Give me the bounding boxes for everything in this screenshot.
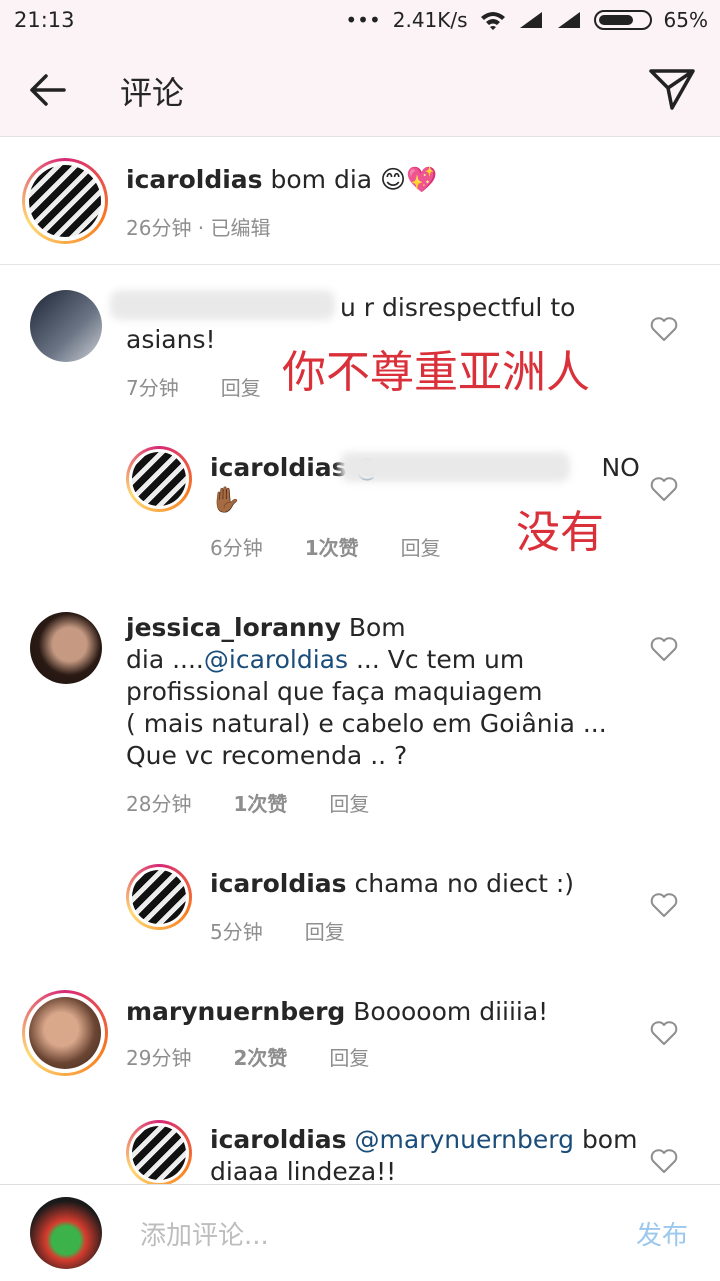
annotation-translation-2: 没有 (516, 507, 604, 558)
battery-icon (593, 10, 652, 30)
send-icon[interactable] (648, 66, 696, 112)
page-title: 评论 (120, 74, 185, 112)
caption-avatar[interactable] (22, 158, 108, 244)
reply2-time: 5分钟 (210, 920, 263, 944)
signal-icon (519, 12, 542, 28)
comment-input[interactable]: 添加评论... (140, 1215, 269, 1252)
post-button[interactable]: 发布 (636, 1215, 688, 1252)
reply2-reply[interactable]: 回复 (305, 916, 345, 945)
caption-username[interactable]: icaroldias (126, 165, 263, 194)
comment2-username[interactable]: jessica_loranny (126, 613, 341, 642)
comment2-meta: 28分钟 1次赞 回复 (126, 788, 369, 817)
reply1-reply[interactable]: 回复 (401, 532, 441, 561)
comment2-avatar[interactable] (30, 612, 102, 684)
signal-icon-2 (557, 12, 580, 28)
reply2-body: chama no diect :) (354, 869, 574, 898)
heart-icon[interactable] (650, 892, 678, 918)
reply1-username[interactable]: icaroldias (210, 453, 347, 482)
reply3-username[interactable]: icaroldias (210, 1125, 347, 1154)
reply3-body2: diaaa lindeza!! (210, 1157, 397, 1186)
heart-icon[interactable] (650, 1148, 678, 1174)
comment3-time: 29分钟 (126, 1046, 192, 1070)
reply3-text: icaroldias @marynuernberg bom diaaa lind… (210, 1124, 637, 1188)
reply1-avatar[interactable] (126, 446, 192, 512)
reply3-mention[interactable]: @marynuernberg (355, 1125, 574, 1154)
heart-icon[interactable] (650, 636, 678, 662)
comment3-likes[interactable]: 2次赞 (233, 1042, 287, 1071)
heart-icon[interactable] (650, 316, 678, 342)
reply2-meta: 5分钟 回复 (210, 916, 345, 945)
comment1-line2: asians! (126, 325, 216, 354)
comment1-line1: u r disrespectful to (340, 293, 576, 322)
status-right: ••• 2.41K/s 65% (345, 8, 708, 32)
comment2-text: jessica_loranny Bom dia ....@icaroldias … (126, 612, 607, 772)
blurred-mention (340, 452, 570, 482)
comment1-time: 7分钟 (126, 376, 179, 400)
status-bar: 21:13 ••• 2.41K/s 65% (0, 0, 720, 40)
reply2-text: icaroldias chama no diect :) (210, 868, 574, 900)
divider (0, 264, 720, 265)
reply1-meta: 6分钟 1次赞 回复 (210, 532, 441, 561)
comment3-text: marynuernberg Booooom diiiia! (126, 996, 548, 1028)
reply3-body: bom (581, 1125, 638, 1154)
reply1-time: 6分钟 (210, 536, 263, 560)
back-arrow-icon[interactable] (28, 70, 68, 110)
comment2-line1: Bom (348, 613, 406, 642)
comment1-avatar[interactable] (30, 290, 102, 362)
caption-body: bom dia 😊💖 (270, 165, 438, 194)
battery-level: 65% (663, 8, 708, 32)
caption-time: 26分钟 · 已编辑 (126, 216, 271, 240)
comment2-line5: Que vc recomenda .. ? (126, 741, 408, 770)
comment3-meta: 29分钟 2次赞 回复 (126, 1042, 369, 1071)
comment2-line3: profissional que faça maquiagem (126, 677, 543, 706)
comment2-line2b: ... Vc tem um (355, 645, 525, 674)
network-speed: 2.41K/s (392, 8, 468, 32)
comment3-body: Booooom diiiia! (353, 997, 549, 1026)
caption-text: icaroldias bom dia 😊💖 (126, 164, 437, 196)
reply1-likes[interactable]: 1次赞 (305, 532, 359, 561)
comment2-likes[interactable]: 1次赞 (233, 788, 287, 817)
comment2-mention[interactable]: @icaroldias (204, 645, 348, 674)
status-time: 21:13 (14, 8, 75, 32)
heart-icon[interactable] (650, 476, 678, 502)
comment2-time: 28分钟 (126, 792, 192, 816)
comment2-reply[interactable]: 回复 (329, 788, 369, 817)
annotation-translation-1: 你不尊重亚洲人 (282, 347, 590, 398)
more-dots-icon: ••• (345, 8, 381, 32)
wifi-icon (480, 12, 505, 30)
reply3-avatar[interactable] (126, 1120, 192, 1186)
reply2-username[interactable]: icaroldias (210, 869, 347, 898)
comment1-meta: 7分钟 回复 (126, 372, 261, 401)
comment3-username[interactable]: marynuernberg (126, 997, 345, 1026)
reply2-avatar[interactable] (126, 864, 192, 930)
comment2-line2: dia .... (126, 645, 204, 674)
caption-meta: 26分钟 · 已编辑 (126, 212, 271, 241)
reply1-body: NO (601, 453, 640, 482)
comment3-avatar[interactable] (22, 990, 108, 1076)
comment2-line4: ( mais natural) e cabelo em Goiânia ... (126, 709, 607, 738)
comment1-reply[interactable]: 回复 (221, 372, 261, 401)
my-avatar[interactable] (30, 1197, 102, 1269)
comment3-reply[interactable]: 回复 (329, 1042, 369, 1071)
comment-composer: 添加评论... 发布 (0, 1184, 720, 1281)
heart-icon[interactable] (650, 1020, 678, 1046)
raised-hand-icon: ✋🏾 (210, 485, 242, 514)
app-bar: 评论 (0, 40, 720, 137)
